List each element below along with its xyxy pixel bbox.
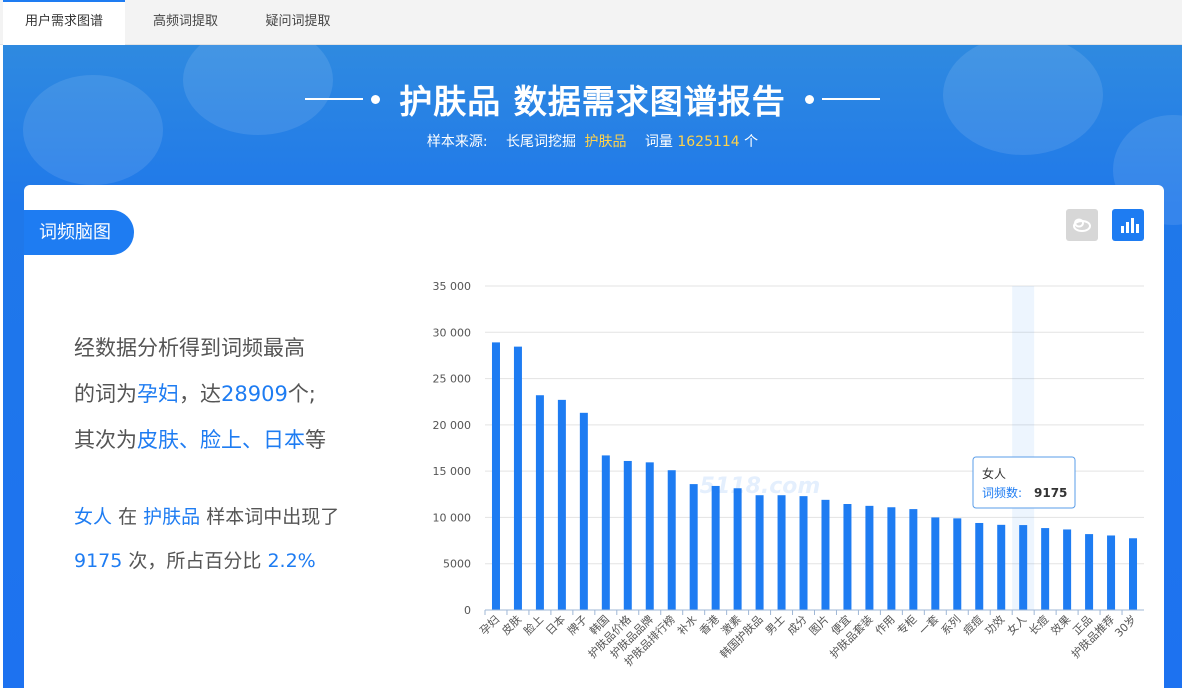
bar-8[interactable]	[645, 462, 654, 610]
tooltip-box	[972, 456, 1076, 509]
word-frequency-bar-chart: 0 5000 10 000 15 000 20 000 25 000 30 000 35 00…	[433, 280, 1144, 669]
x-tick-label: 韩国护肤品	[717, 612, 766, 661]
bar-14[interactable]	[777, 495, 786, 610]
y-tick-label: 35 000	[433, 280, 472, 293]
bar-17[interactable]	[843, 504, 852, 610]
x-tick-label: 痘痘	[960, 612, 985, 637]
x-tick-label: 香港	[697, 613, 722, 638]
tooltip-label: 词频数:	[982, 485, 1022, 500]
bar-12[interactable]	[733, 488, 742, 610]
y-tick-label: 30 000	[433, 326, 472, 339]
x-tick-label: 日本	[543, 612, 568, 637]
x-tick-label: 女人	[1004, 612, 1029, 637]
x-tick-label: 脸上	[521, 612, 546, 637]
bar-11[interactable]	[711, 485, 720, 610]
bar-23[interactable]	[975, 522, 984, 610]
x-tick-label: 效果	[1048, 612, 1073, 637]
x-tick-label: 孕妇	[477, 613, 502, 638]
y-tick-label: 10 000	[433, 511, 472, 524]
x-tick-label: 一套	[917, 613, 942, 638]
bar-20[interactable]	[909, 509, 918, 610]
bar-10[interactable]	[689, 484, 698, 610]
chart-tooltip: 女人 词频数: 9175	[972, 456, 1076, 509]
bar-4[interactable]	[557, 399, 566, 610]
x-tick-label: 护肤品推荐	[1068, 612, 1117, 661]
x-tick-label: 作用	[873, 613, 898, 638]
bar-24[interactable]	[997, 524, 1006, 610]
x-tick-label: 护肤品套装	[827, 612, 876, 661]
bar-19[interactable]	[887, 507, 896, 610]
bar-22[interactable]	[953, 518, 962, 610]
x-tick-label: 皮肤	[499, 612, 524, 637]
bar-15[interactable]	[799, 496, 808, 610]
bar-28[interactable]	[1085, 534, 1094, 610]
y-tick-label: 20 000	[433, 419, 472, 432]
x-tick-label: 成分	[785, 613, 810, 638]
bar-7[interactable]	[623, 460, 632, 610]
bar-18[interactable]	[865, 505, 874, 610]
bar-9[interactable]	[667, 470, 676, 610]
x-tick-label: 男士	[763, 613, 788, 638]
tooltip-title: 女人	[982, 466, 1006, 481]
bar-5[interactable]	[579, 412, 588, 610]
x-tick-label: 功效	[982, 612, 1007, 637]
y-tick-label: 15 000	[433, 465, 472, 478]
bar-26[interactable]	[1041, 528, 1050, 610]
y-tick-label: 25 000	[433, 373, 472, 386]
bar-21[interactable]	[931, 517, 940, 610]
bar-1[interactable]	[491, 342, 500, 610]
bar-29[interactable]	[1107, 535, 1116, 610]
x-tick-label: 30岁	[1112, 612, 1140, 640]
bar-27[interactable]	[1063, 529, 1072, 610]
bar-13[interactable]	[755, 495, 764, 610]
y-tick-label: 0	[464, 604, 471, 617]
bar-16[interactable]	[821, 499, 830, 610]
bar-30[interactable]	[1129, 538, 1138, 610]
bar-3[interactable]	[535, 395, 544, 610]
bar-2[interactable]	[513, 346, 522, 610]
y-tick-label: 5000	[443, 558, 471, 571]
x-tick-label: 图片	[807, 613, 832, 638]
x-tick-label: 系列	[938, 612, 963, 637]
bar-25[interactable]	[1019, 525, 1028, 610]
x-tick-label: 长痘	[1026, 612, 1051, 637]
x-tick-label: 补水	[675, 613, 700, 638]
bar-6[interactable]	[601, 455, 610, 610]
x-tick-label: 牌子	[565, 612, 590, 637]
x-tick-label: 专柜	[894, 612, 919, 637]
watermark-text: 5118.com	[700, 474, 821, 499]
tooltip-value: 9175	[1034, 486, 1067, 500]
